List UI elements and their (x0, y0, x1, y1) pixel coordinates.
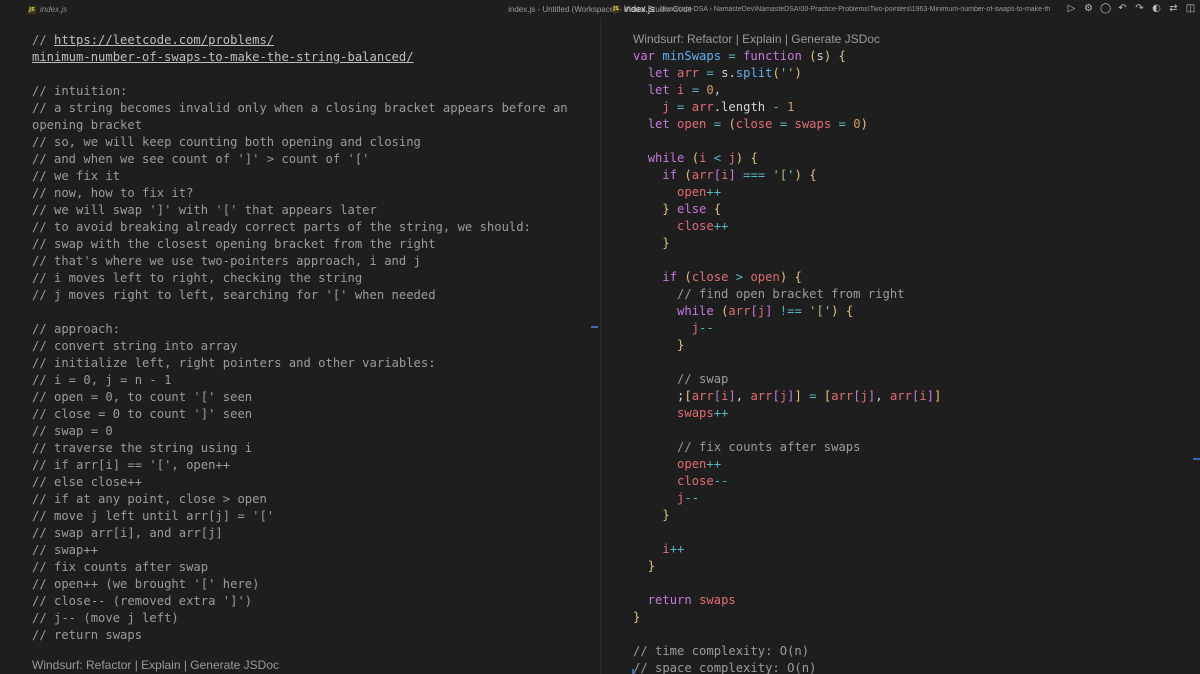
code-line: if (close > open) { (662, 270, 802, 284)
code-line: // swap = 0 (32, 424, 113, 438)
code-line: // we fix it (32, 169, 121, 183)
codelens-actions[interactable]: Windsurf: Refactor | Explain | Generate … (32, 658, 279, 672)
code-line: close++ (677, 219, 729, 233)
code-line: // intuition: (32, 84, 128, 98)
leetcode-link[interactable]: https://leetcode.com/problems/ (54, 33, 274, 47)
go-back-icon[interactable]: ↶ (1117, 3, 1128, 14)
code-line: // now, how to fix it? (32, 186, 194, 200)
code-line: // https://leetcode.com/problems/ (32, 33, 275, 47)
code-line: // space complexity: O(n) (633, 661, 817, 674)
code-line: let i = 0, (647, 83, 722, 97)
code-line: // if arr[i] == '[', open++ (32, 458, 231, 472)
settings-icon[interactable]: ⚙ (1083, 3, 1094, 14)
split-editor-icon[interactable]: ◫ (1185, 3, 1196, 14)
code-line: open++ (677, 457, 722, 471)
code-line: // find open bracket from right (677, 287, 905, 301)
code-line: // swap++ (32, 543, 99, 557)
code-line: } (662, 508, 670, 522)
go-forward-icon[interactable]: ↷ (1134, 3, 1145, 14)
text-cursor (632, 669, 634, 674)
code-line: // traverse the string using i (32, 441, 253, 455)
code-line: if (arr[i] === '[') { (662, 168, 817, 182)
code-line: let arr = s.split('') (647, 66, 802, 80)
code-line: i++ (662, 542, 685, 556)
breadcrumb[interactable]: JavaScript-DSA › NamasteDev\NamasteDSA\0… (659, 6, 1051, 13)
code-line: // fix counts after swaps (677, 440, 861, 454)
code-line: // if at any point, close > open (32, 492, 267, 506)
code-line: opening bracket (32, 118, 143, 132)
code-line: // close = 0 to count ']' seen (32, 407, 253, 421)
scrollbar-marker (591, 326, 598, 328)
code-line: // so, we will keep counting both openin… (32, 135, 421, 149)
code-line: // swap with the closest opening bracket… (32, 237, 436, 251)
title-bar: JS index.js index.js - Untitled (Workspa… (0, 0, 1200, 18)
open-changes-icon[interactable]: ◯ (1100, 3, 1111, 14)
code-line: var minSwaps = function (s) { (633, 49, 846, 63)
code-line: } (633, 610, 641, 624)
right-tab-filename: index.js (624, 4, 655, 14)
leetcode-link-continued[interactable]: minimum-number-of-swaps-to-make-the-stri… (32, 50, 414, 64)
code-line: // open++ (we brought '[' here) (32, 577, 260, 591)
code-line: // and when we see count of ']' > count … (32, 152, 370, 166)
code-line: // move j left until arr[j] = '[' (32, 509, 275, 523)
code-line: j = arr.length - 1 (662, 100, 795, 114)
right-editor-tab[interactable]: JS index.js JavaScript-DSA › NamasteDev\… (612, 4, 1072, 14)
codelens-actions[interactable]: Windsurf: Refactor | Explain | Generate … (633, 32, 880, 46)
code-line: // convert string into array (32, 339, 238, 353)
right-editor[interactable]: Windsurf: Refactor | Explain | Generate … (605, 18, 1200, 674)
code-line: // j moves right to left, searching for … (32, 288, 436, 302)
code-line: // close-- (removed extra ']') (32, 594, 253, 608)
code-line: // time complexity: O(n) (633, 644, 810, 658)
code-line: j-- (691, 321, 714, 335)
code-line: } else { (662, 202, 722, 216)
code-line: } (677, 338, 685, 352)
left-editor[interactable]: // https://leetcode.com/problems/minimum… (0, 18, 600, 674)
code-line: j-- (677, 491, 700, 505)
code-line: // that's where we use two-pointers appr… (32, 254, 421, 268)
code-line: // return swaps (32, 628, 143, 642)
code-line: close-- (677, 474, 729, 488)
code-line: // initialize left, right pointers and o… (32, 356, 436, 370)
code-line: // i moves left to right, checking the s… (32, 271, 363, 285)
code-line: // a string becomes invalid only when a … (32, 101, 568, 115)
code-line: // fix counts after swap (32, 560, 209, 574)
code-line: while (i < j) { (647, 151, 758, 165)
code-line: while (arr[j] !== '[') { (677, 304, 854, 318)
js-file-icon: JS (612, 5, 620, 13)
run-icon[interactable]: ▷ (1066, 3, 1077, 14)
code-line: } (662, 236, 670, 250)
code-line: minimum-number-of-swaps-to-make-the-stri… (32, 49, 414, 66)
code-line: // else close++ (32, 475, 143, 489)
code-line: // approach: (32, 322, 121, 336)
code-line: // open = 0, to count '[' seen (32, 390, 253, 404)
copilot-icon[interactable]: ◐ (1151, 3, 1162, 14)
code-line: ;[arr[i], arr[j]] = [arr[j], arr[i]] (677, 389, 942, 403)
code-line: // swap (677, 372, 729, 386)
code-line: // i = 0, j = n - 1 (32, 373, 172, 387)
compare-icon[interactable]: ⇄ (1168, 3, 1179, 14)
scrollbar-marker (1193, 458, 1200, 460)
code-line: swaps++ (677, 406, 729, 420)
code-line: let open = (close = swaps = 0) (647, 117, 868, 131)
code-line: return swaps (647, 593, 736, 607)
code-line: // j-- (move j left) (32, 611, 179, 625)
code-line: // swap arr[i], and arr[j] (32, 526, 223, 540)
code-line: // to avoid breaking already correct par… (32, 220, 531, 234)
editor-toolbar: ▷⚙◯↶↷◐⇄◫… (1066, 3, 1200, 14)
code-line: } (647, 559, 656, 573)
code-line: // we will swap ']' with '[' that appear… (32, 203, 377, 217)
code-line: open++ (677, 185, 722, 199)
